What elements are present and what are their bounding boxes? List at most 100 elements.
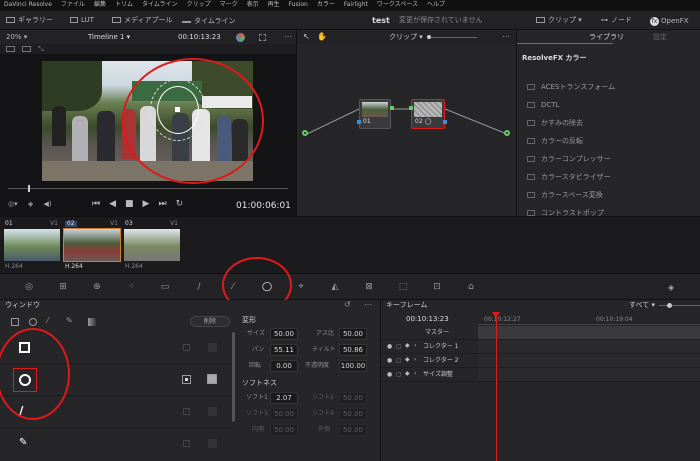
node-01-key[interactable] xyxy=(357,120,361,124)
row-toggle-icon[interactable] xyxy=(182,375,191,384)
reset-icon[interactable]: ↺ xyxy=(344,300,351,309)
playhead-marker[interactable] xyxy=(492,312,500,318)
keyframe-row[interactable]: ● ▢ ◆ › コレクター 1 xyxy=(381,340,700,354)
rgb-mixer-icon[interactable]: ⁖ xyxy=(114,282,148,292)
node-button[interactable]: ⊶ ノード xyxy=(601,17,632,24)
blur-icon[interactable]: ◭ xyxy=(318,282,352,292)
lock-icon[interactable]: ▢ xyxy=(396,343,402,350)
tab-library[interactable]: ライブラリ xyxy=(517,30,624,44)
visibility-icon[interactable]: ● xyxy=(387,371,392,378)
delete-button[interactable]: 削除 xyxy=(190,316,230,327)
soft3-field[interactable]: 50.00 xyxy=(270,408,298,420)
size-field[interactable]: 50.00 xyxy=(270,328,298,340)
soft2-field[interactable]: 50.00 xyxy=(339,392,367,404)
row-toggle-icon[interactable] xyxy=(183,344,190,351)
library-item[interactable]: カラースタビライザー xyxy=(527,168,697,186)
row-invert-icon[interactable] xyxy=(208,439,217,448)
hand-icon[interactable]: ✋ xyxy=(317,32,327,41)
scrub-handle[interactable] xyxy=(28,185,30,192)
openfx-button[interactable]: fx OpenFX xyxy=(650,17,689,26)
3d-icon[interactable]: ⊡ xyxy=(420,282,454,292)
motion-effects-icon[interactable]: ▭ xyxy=(148,282,182,292)
menu-item[interactable]: カラー xyxy=(317,2,335,8)
color-wheels-icon[interactable]: ⊕ xyxy=(80,282,114,292)
outside-field[interactable]: 50.00 xyxy=(339,424,367,436)
node-zoom-slider[interactable] xyxy=(427,37,477,38)
menu-item[interactable]: タイムライン xyxy=(142,2,178,8)
playhead-line[interactable] xyxy=(496,313,497,461)
library-item[interactable]: DCTL xyxy=(527,96,697,114)
scopes-icon[interactable]: ⌂ xyxy=(454,282,488,292)
keyframe-track[interactable] xyxy=(478,368,700,381)
library-item[interactable]: ACESトランスフォーム xyxy=(527,78,697,96)
wipe-icon[interactable]: ⤡ xyxy=(38,45,44,54)
node-01-out[interactable] xyxy=(390,106,394,110)
menu-item[interactable]: マーク xyxy=(220,2,238,8)
node-01[interactable]: 01 xyxy=(359,99,391,129)
library-item[interactable]: カラースペース変換 xyxy=(527,186,697,204)
row-invert-icon[interactable] xyxy=(208,407,217,416)
reverse-icon[interactable]: ◀ xyxy=(109,199,116,209)
node-mode-dropdown[interactable]: クリップ ▾ xyxy=(389,34,423,41)
menu-item[interactable]: Fairlight xyxy=(344,2,368,8)
soft4-field[interactable]: 50.00 xyxy=(339,408,367,420)
volume-icon[interactable]: ◀) xyxy=(43,200,51,208)
skip-back-icon[interactable]: ⏮ xyxy=(92,199,100,209)
visibility-icon[interactable]: ● xyxy=(387,357,392,364)
keyframe-track[interactable] xyxy=(478,340,700,353)
more-icon[interactable]: ⋯ xyxy=(364,300,372,309)
camera-raw-icon[interactable]: ◎ xyxy=(12,282,46,292)
expand-icon[interactable] xyxy=(259,34,266,41)
keyframe-row[interactable]: ● ▢ ◆ › コレクター 2 xyxy=(381,354,700,368)
node-02-in[interactable] xyxy=(409,106,413,110)
expand-arrow-icon[interactable]: › xyxy=(414,356,416,363)
play-icon[interactable]: ▶ xyxy=(143,199,150,209)
soft1-field[interactable]: 2.07 xyxy=(270,392,298,404)
menu-item[interactable]: 再生 xyxy=(268,2,280,8)
node-02[interactable]: 02 ◯ xyxy=(411,99,445,129)
stop-icon[interactable]: ■ xyxy=(125,199,134,209)
loop-icon[interactable]: ↻ xyxy=(176,199,184,209)
row-invert-icon[interactable] xyxy=(208,343,217,352)
timeline-selector[interactable]: Timeline 1 ▾ xyxy=(88,34,130,41)
row-invert-icon[interactable] xyxy=(207,374,217,384)
timeline-button[interactable]: タイムライン xyxy=(182,17,236,25)
menu-item[interactable]: 編集 xyxy=(94,2,106,8)
menu-item[interactable]: ワークスペース xyxy=(377,2,418,8)
window-tool-icon[interactable]: ◎▾ xyxy=(8,200,18,208)
circle-window-icon[interactable] xyxy=(29,318,37,326)
lut-button[interactable]: LUT xyxy=(70,17,94,24)
lock-icon[interactable]: ▢ xyxy=(396,357,402,364)
scrub-bar[interactable] xyxy=(8,188,288,189)
keyframe-zoom-handle[interactable] xyxy=(667,303,672,308)
menu-item[interactable]: クリップ xyxy=(187,2,211,8)
keyframe-ruler[interactable]: 00:10:12:27 00:10:19:04 xyxy=(478,313,700,325)
clip-thumbnail[interactable]: 03 V1 H.264 xyxy=(124,220,180,272)
more-icon[interactable]: ⋯ xyxy=(284,32,292,41)
keyframe-track[interactable] xyxy=(478,354,700,367)
lock-icon[interactable]: ▢ xyxy=(396,371,402,378)
gallery-button[interactable]: ギャラリー xyxy=(6,17,53,24)
keyframe-zoom-slider[interactable] xyxy=(659,305,700,306)
keyframe-row[interactable]: ● ▢ ◆ › サイズ調整 xyxy=(381,368,700,382)
menu-item[interactable]: ファイル xyxy=(61,2,85,8)
tilt-field[interactable]: 50.86 xyxy=(339,344,367,356)
clip-dropdown[interactable]: クリップ ▾ xyxy=(536,17,582,24)
menu-item[interactable]: DaVinci Resolve xyxy=(4,2,52,8)
window-row-pen[interactable]: ✎ xyxy=(0,428,232,461)
key-icon[interactable]: ⊠ xyxy=(352,282,386,292)
color-picker-icon[interactable] xyxy=(236,33,245,42)
more-icon[interactable]: ⋯ xyxy=(502,32,510,41)
node-02-key[interactable] xyxy=(443,120,447,124)
zoom-dropdown[interactable]: 20% ▾ xyxy=(6,34,27,41)
keyframe-diamond-icon[interactable]: ◆ xyxy=(405,356,410,363)
layers-icon[interactable]: ◈ xyxy=(28,200,33,208)
row-toggle-icon[interactable] xyxy=(183,408,190,415)
rotate-field[interactable]: 0.00 xyxy=(270,360,298,372)
keyframe-filter-dropdown[interactable]: すべて ▾ xyxy=(629,302,655,309)
visibility-icon[interactable]: ● xyxy=(387,343,392,350)
skip-forward-icon[interactable]: ⏭ xyxy=(158,199,166,209)
keyframe-track[interactable] xyxy=(478,326,700,339)
library-item[interactable]: カラーの反転 xyxy=(527,132,697,150)
square-window-icon[interactable] xyxy=(11,318,19,326)
